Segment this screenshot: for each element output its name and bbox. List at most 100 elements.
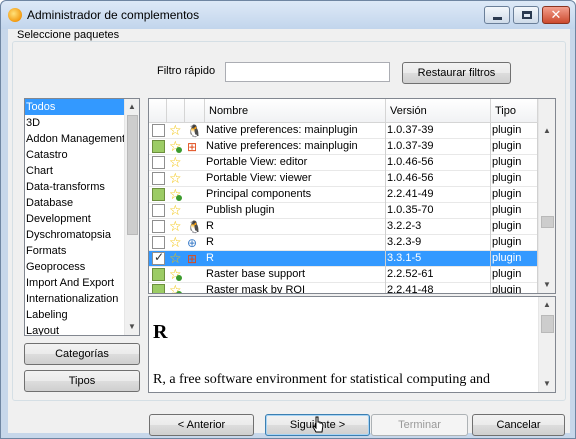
category-item[interactable]: Internationalization [25, 291, 124, 307]
category-items: Todos 3D Addon Management Catastro Chart Data… [25, 99, 139, 335]
table-row[interactable]: ☆ Raster base support 2.2.52-61 plugin [149, 266, 538, 283]
mouse-cursor-icon [312, 416, 324, 433]
close-button[interactable]: ✕ [542, 6, 570, 24]
categories-button[interactable]: Categorías [24, 343, 140, 365]
maximize-icon [522, 11, 532, 19]
window-title: Administrador de complementos [27, 8, 200, 22]
table-row[interactable]: ☆ ⊞ R3.3.1-5plugin [149, 250, 538, 267]
types-button[interactable]: Tipos [24, 370, 140, 392]
table-row[interactable]: ☆ Portable View: viewer 1.0.46-56 plugin [149, 170, 538, 187]
category-item[interactable]: Import And Export [25, 275, 124, 291]
linux-icon: 🐧 [187, 124, 202, 138]
header-status [167, 99, 185, 123]
star-icon: ☆ [169, 154, 182, 170]
install-checkbox[interactable] [152, 140, 165, 153]
multi-icon: ⊕ [187, 236, 198, 250]
package-name: Portable View: editor [205, 155, 386, 171]
table-row[interactable]: ☆ Raster mask by ROI 2.2.41-48 plugin [149, 282, 538, 293]
table-row[interactable]: ☆ Publish plugin 1.0.35-70 plugin [149, 202, 538, 219]
install-checkbox[interactable] [152, 124, 165, 137]
description-text: R, a free software environment for stati… [153, 372, 491, 387]
quick-filter-input[interactable] [225, 62, 390, 82]
table-row[interactable]: ☆ 🐧 R 3.2.2-3 plugin [149, 218, 538, 235]
category-item[interactable]: Database [25, 195, 124, 211]
scroll-up-icon[interactable]: ▲ [539, 123, 555, 139]
package-version: 1.0.46-56 [386, 155, 491, 171]
table-row[interactable]: ☆ ⊞ Native preferences: mainplugin 1.0.37-3… [149, 138, 538, 155]
category-item[interactable]: Formats [25, 243, 124, 259]
table-row[interactable]: ☆ Portable View: editor 1.0.46-56 plugin [149, 154, 538, 171]
category-item[interactable]: Geoprocess [25, 259, 124, 275]
column-header-name[interactable]: Nombre [205, 99, 386, 123]
install-checkbox[interactable] [152, 172, 165, 185]
package-version: 2.2.52-61 [386, 267, 491, 283]
install-checkbox[interactable] [152, 204, 165, 217]
package-version: 1.0.46-56 [386, 171, 491, 187]
package-version: 1.0.37-39 [386, 123, 491, 139]
scroll-thumb[interactable] [541, 315, 554, 333]
category-item[interactable]: Layout [25, 323, 124, 335]
category-item[interactable]: Catastro [25, 147, 124, 163]
minimize-button[interactable] [484, 6, 510, 24]
category-list[interactable]: Todos 3D Addon Management Catastro Chart Data… [24, 98, 140, 336]
install-checkbox[interactable] [152, 188, 165, 201]
table-row[interactable]: ☆ 🐧 Native preferences: mainplugin 1.0.37-3… [149, 122, 538, 139]
column-header-type[interactable]: Tipo [491, 99, 538, 123]
category-item[interactable]: Chart [25, 163, 124, 179]
install-checkbox[interactable] [152, 156, 165, 169]
table-row[interactable]: ☆ Principal components 2.2.41-49 plugin [149, 186, 538, 203]
category-item[interactable]: Labeling [25, 307, 124, 323]
packages-table[interactable]: Nombre Versión Tipo ☆ 🐧 Native preferences… [148, 98, 556, 294]
package-version: 2.2.41-48 [386, 283, 491, 293]
scroll-down-icon[interactable]: ▼ [539, 277, 555, 293]
header-check [149, 99, 167, 123]
category-item[interactable]: Development [25, 211, 124, 227]
category-item[interactable]: 3D [25, 115, 124, 131]
package-name: Publish plugin [205, 203, 386, 219]
package-type: plugin [491, 283, 538, 293]
select-packages-label: Seleccione paquetes [17, 29, 120, 41]
windows-icon: ⊞ [187, 140, 198, 154]
category-item[interactable]: Todos [25, 99, 124, 115]
install-checkbox[interactable] [152, 220, 165, 233]
star-icon: ☆ [169, 202, 182, 218]
addon-manager-window: Administrador de complementos ✕ Seleccio… [0, 0, 576, 439]
description-scrollbar[interactable]: ▲ ▼ [538, 297, 555, 392]
package-version: 3.2.3-9 [386, 235, 491, 251]
maximize-button[interactable] [513, 6, 539, 24]
package-version: 3.3.1-5 [386, 251, 491, 267]
scroll-up-icon[interactable]: ▲ [125, 99, 139, 115]
scroll-down-icon[interactable]: ▼ [539, 376, 555, 392]
package-type: plugin [491, 267, 538, 283]
category-item[interactable]: Dyschromatopsia [25, 227, 124, 243]
category-item[interactable]: Addon Management [25, 131, 125, 147]
install-checkbox[interactable] [152, 250, 165, 265]
category-scrollbar[interactable]: ▲ ▼ [124, 99, 139, 335]
table-row[interactable]: ☆ ⊕ R 3.2.3-9 plugin [149, 234, 538, 251]
package-type: plugin [491, 171, 538, 187]
installed-icon [176, 291, 182, 293]
package-name: Native preferences: mainplugin [205, 139, 386, 155]
cancel-button[interactable]: Cancelar [472, 414, 565, 436]
package-description: R R, a free software environment for sta… [148, 296, 556, 393]
scroll-up-icon[interactable]: ▲ [539, 297, 555, 313]
category-item[interactable]: Data-transforms [25, 179, 124, 195]
package-type: plugin [491, 235, 538, 251]
install-checkbox[interactable] [152, 268, 165, 281]
scroll-down-icon[interactable]: ▼ [125, 319, 139, 335]
column-header-version[interactable]: Versión [386, 99, 491, 123]
install-checkbox[interactable] [152, 284, 165, 293]
packages-scrollbar[interactable]: ▲ ▼ [538, 99, 555, 293]
scroll-thumb[interactable] [541, 216, 554, 228]
reset-filters-button[interactable]: Restaurar filtros [402, 62, 511, 84]
package-version: 2.2.41-49 [386, 187, 491, 203]
minimize-icon [493, 17, 502, 20]
package-version: 3.2.2-3 [386, 219, 491, 235]
title-bar[interactable]: Administrador de complementos ✕ [1, 1, 575, 29]
install-checkbox[interactable] [152, 236, 165, 249]
star-icon: ☆ [169, 218, 182, 234]
star-icon: ☆ [169, 170, 182, 186]
scroll-thumb[interactable] [127, 115, 138, 235]
previous-button[interactable]: < Anterior [149, 414, 254, 436]
dialog-body: Seleccione paquetes Filtro rápido Restau… [8, 29, 570, 436]
